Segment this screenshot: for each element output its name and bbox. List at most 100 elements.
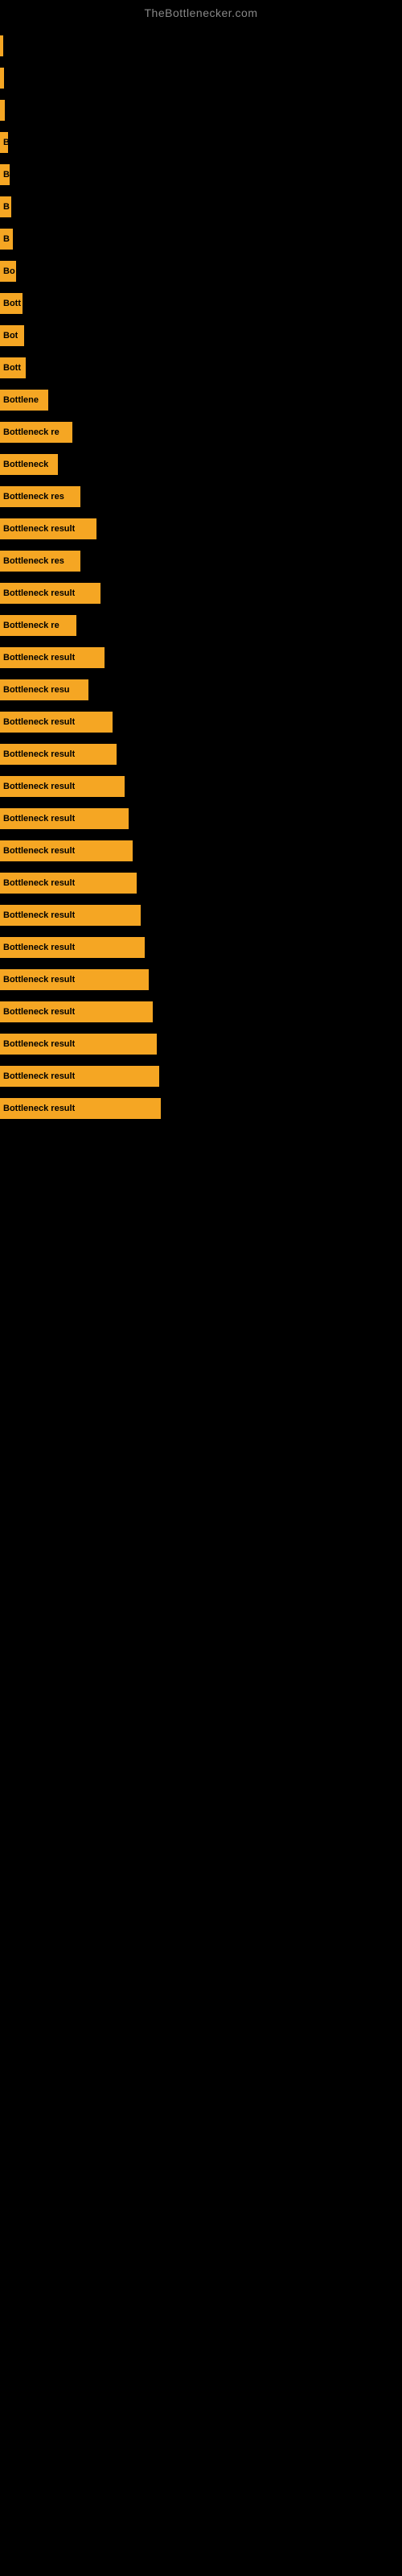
bar-label: Bottleneck result xyxy=(3,1104,75,1113)
bar-label: Bottleneck re xyxy=(3,621,59,630)
bar-row xyxy=(0,31,402,61)
bar-row: Bottleneck result xyxy=(0,739,402,770)
bar-row: Bottleneck result xyxy=(0,803,402,834)
bar-item: Bott xyxy=(0,357,26,378)
bar-item: Bottleneck result xyxy=(0,583,100,604)
bar-row: B xyxy=(0,127,402,158)
bar-item: Bottleneck result xyxy=(0,1001,153,1022)
bar-row: Bottleneck result xyxy=(0,868,402,898)
bar-label: Bottleneck result xyxy=(3,943,75,952)
bar-label: Bot xyxy=(3,331,18,341)
bar-row: Bottleneck result xyxy=(0,771,402,802)
bar-row: Bottleneck result xyxy=(0,997,402,1027)
bar-label: Bottleneck result xyxy=(3,524,75,534)
bar-row: Bott xyxy=(0,353,402,383)
bar-item: Bottleneck xyxy=(0,454,58,475)
bar-label: Bottleneck result xyxy=(3,1071,75,1081)
bar-label: B xyxy=(3,170,10,180)
bar-label: B xyxy=(3,202,10,212)
bar-item: Bottleneck res xyxy=(0,551,80,572)
bar-row: Bottleneck re xyxy=(0,610,402,641)
bar-label: Bottlene xyxy=(3,395,39,405)
bar-label: Bottleneck result xyxy=(3,1039,75,1049)
bar-item: Bottleneck result xyxy=(0,518,96,539)
bar-item: Bottleneck result xyxy=(0,712,113,733)
bar-item: Bottleneck result xyxy=(0,937,145,958)
bar-label: Bottleneck result xyxy=(3,717,75,727)
bar-row: Bottleneck xyxy=(0,449,402,480)
bar-row xyxy=(0,63,402,93)
bar-label: Bottleneck xyxy=(3,460,48,469)
bar-label: Bottleneck re xyxy=(3,427,59,437)
bar-item: B xyxy=(0,164,10,185)
bar-item: Bottleneck result xyxy=(0,969,149,990)
bar-item: Bottleneck result xyxy=(0,873,137,894)
bar-item: Bottleneck re xyxy=(0,615,76,636)
bar-label: Bottleneck result xyxy=(3,782,75,791)
bar-row: Bottleneck result xyxy=(0,836,402,866)
bar-item: Bottleneck res xyxy=(0,486,80,507)
bar-row: Bo xyxy=(0,256,402,287)
bar-row: Bott xyxy=(0,288,402,319)
bar-row: Bottlene xyxy=(0,385,402,415)
bar-item: Bo xyxy=(0,261,16,282)
bar-item: Bottleneck result xyxy=(0,744,117,765)
bar-row: Bottleneck resu xyxy=(0,675,402,705)
bar-label: B xyxy=(3,234,10,244)
bar-row: B xyxy=(0,159,402,190)
bar-row: Bottleneck result xyxy=(0,514,402,544)
bar-row: B xyxy=(0,224,402,254)
bar-row: Bottleneck res xyxy=(0,546,402,576)
bar-label: Bottleneck result xyxy=(3,846,75,856)
bar-row xyxy=(0,95,402,126)
bar-row: B xyxy=(0,192,402,222)
bar-item: B xyxy=(0,132,8,153)
bar-label: Bottleneck resu xyxy=(3,685,70,695)
bar-row: Bottleneck result xyxy=(0,642,402,673)
bar-item: Bottleneck result xyxy=(0,1034,157,1055)
bar-item: B xyxy=(0,229,13,250)
bars-container: B B B B Bo Bott Bot Bott Bottlene Bottleneck re Bo… xyxy=(0,23,402,1125)
bar-item: Bottleneck re xyxy=(0,422,72,443)
bar-row: Bottleneck result xyxy=(0,1029,402,1059)
bar-label: Bottleneck result xyxy=(3,653,75,663)
bar-label: Bottleneck result xyxy=(3,588,75,598)
bar-label: Bottleneck result xyxy=(3,878,75,888)
bar-item: B xyxy=(0,196,11,217)
bar-label: Bott xyxy=(3,299,21,308)
bar-row: Bottleneck re xyxy=(0,417,402,448)
bar-item: Bottlene xyxy=(0,390,48,411)
bar-label: B xyxy=(3,138,8,147)
bar-item: Bottleneck result xyxy=(0,776,125,797)
bar-item: Bottleneck result xyxy=(0,905,141,926)
bar-item xyxy=(0,100,5,121)
bar-row: Bottleneck result xyxy=(0,578,402,609)
bar-label: Bottleneck res xyxy=(3,556,64,566)
bar-row: Bottleneck result xyxy=(0,1093,402,1124)
bar-item: Bot xyxy=(0,325,24,346)
bar-row: Bot xyxy=(0,320,402,351)
bar-row: Bottleneck result xyxy=(0,964,402,995)
bar-row: Bottleneck result xyxy=(0,932,402,963)
bar-row: Bottleneck res xyxy=(0,481,402,512)
site-title: TheBottlenecker.com xyxy=(0,0,402,23)
bar-label: Bottleneck result xyxy=(3,749,75,759)
bar-label: Bo xyxy=(3,266,15,276)
bar-item xyxy=(0,68,4,89)
bar-label: Bott xyxy=(3,363,21,373)
bar-label: Bottleneck result xyxy=(3,975,75,985)
bar-item xyxy=(0,35,3,56)
bar-row: Bottleneck result xyxy=(0,1061,402,1092)
bar-label: Bottleneck result xyxy=(3,910,75,920)
bar-item: Bottleneck result xyxy=(0,1098,161,1119)
bar-item: Bottleneck result xyxy=(0,1066,159,1087)
bar-label: Bottleneck result xyxy=(3,814,75,824)
bar-label: Bottleneck res xyxy=(3,492,64,502)
bar-row: Bottleneck result xyxy=(0,900,402,931)
bar-item: Bott xyxy=(0,293,23,314)
bar-label: Bottleneck result xyxy=(3,1007,75,1017)
bar-item: Bottleneck result xyxy=(0,808,129,829)
bar-item: Bottleneck result xyxy=(0,647,105,668)
bar-row: Bottleneck result xyxy=(0,707,402,737)
bar-item: Bottleneck result xyxy=(0,840,133,861)
